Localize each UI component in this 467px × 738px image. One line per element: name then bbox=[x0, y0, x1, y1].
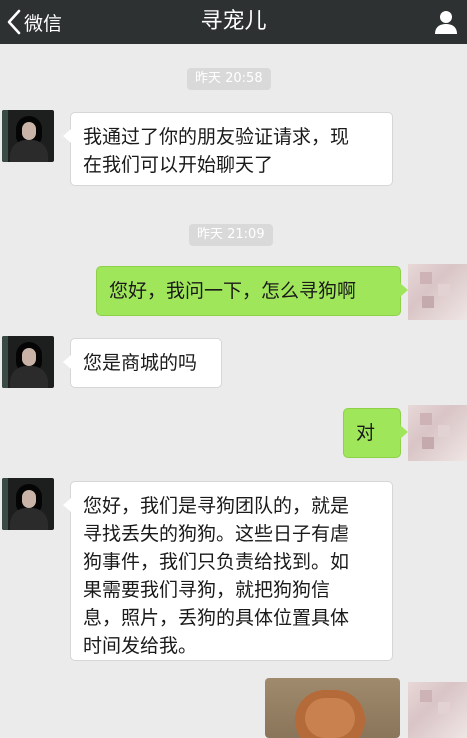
message-line: 在我们可以开始聊天了 bbox=[83, 154, 274, 176]
back-button[interactable]: 微信 bbox=[0, 0, 80, 44]
message-image-sent[interactable] bbox=[265, 678, 400, 738]
message-line: 您好，我问一下，怎么寻狗啊 bbox=[109, 280, 357, 302]
message-line: 您好，我们是寻狗团队的，就是 bbox=[83, 495, 350, 517]
user-avatar[interactable] bbox=[408, 405, 467, 461]
message-line: 您是商城的吗 bbox=[83, 352, 198, 374]
contact-avatar[interactable] bbox=[2, 478, 54, 530]
message-line: 息，照片，丢狗的具体位置具体 bbox=[83, 607, 350, 629]
message-line: 果需要我们寻狗，就把狗狗信 bbox=[83, 579, 331, 601]
contact-avatar[interactable] bbox=[2, 110, 54, 162]
message-line: 我通过了你的朋友验证请求，现 bbox=[83, 126, 350, 148]
user-avatar[interactable] bbox=[408, 264, 467, 320]
timestamp-badge: 昨天 21:09 bbox=[189, 224, 273, 246]
message-line: 对 bbox=[356, 422, 376, 444]
title-bar: 微信 寻宠儿 bbox=[0, 0, 467, 44]
message-line: 寻找丢失的狗狗。这些日子有虐 bbox=[83, 523, 350, 545]
message-bubble-sent[interactable]: 对 bbox=[343, 408, 408, 458]
chevron-left-icon bbox=[7, 9, 21, 35]
message-line: 狗事件，我们只负责给找到。如 bbox=[83, 551, 350, 573]
back-label: 微信 bbox=[24, 12, 63, 35]
message-bubble-sent[interactable]: 您好，我问一下，怎么寻狗啊 bbox=[96, 266, 408, 316]
contact-avatar[interactable] bbox=[2, 336, 54, 388]
message-bubble-received[interactable]: 您是商城的吗 bbox=[63, 338, 222, 388]
message-bubble-received[interactable]: 您好，我们是寻狗团队的，就是 寻找丢失的狗狗。这些日子有虐 狗事件，我们只负责给… bbox=[63, 481, 393, 661]
person-icon[interactable] bbox=[431, 7, 461, 37]
user-avatar[interactable] bbox=[408, 682, 467, 738]
timestamp-badge: 昨天 20:58 bbox=[187, 68, 271, 90]
message-line: 时间发给我。 bbox=[83, 635, 198, 657]
message-bubble-received[interactable]: 我通过了你的朋友验证请求，现 在我们可以开始聊天了 bbox=[63, 112, 393, 186]
